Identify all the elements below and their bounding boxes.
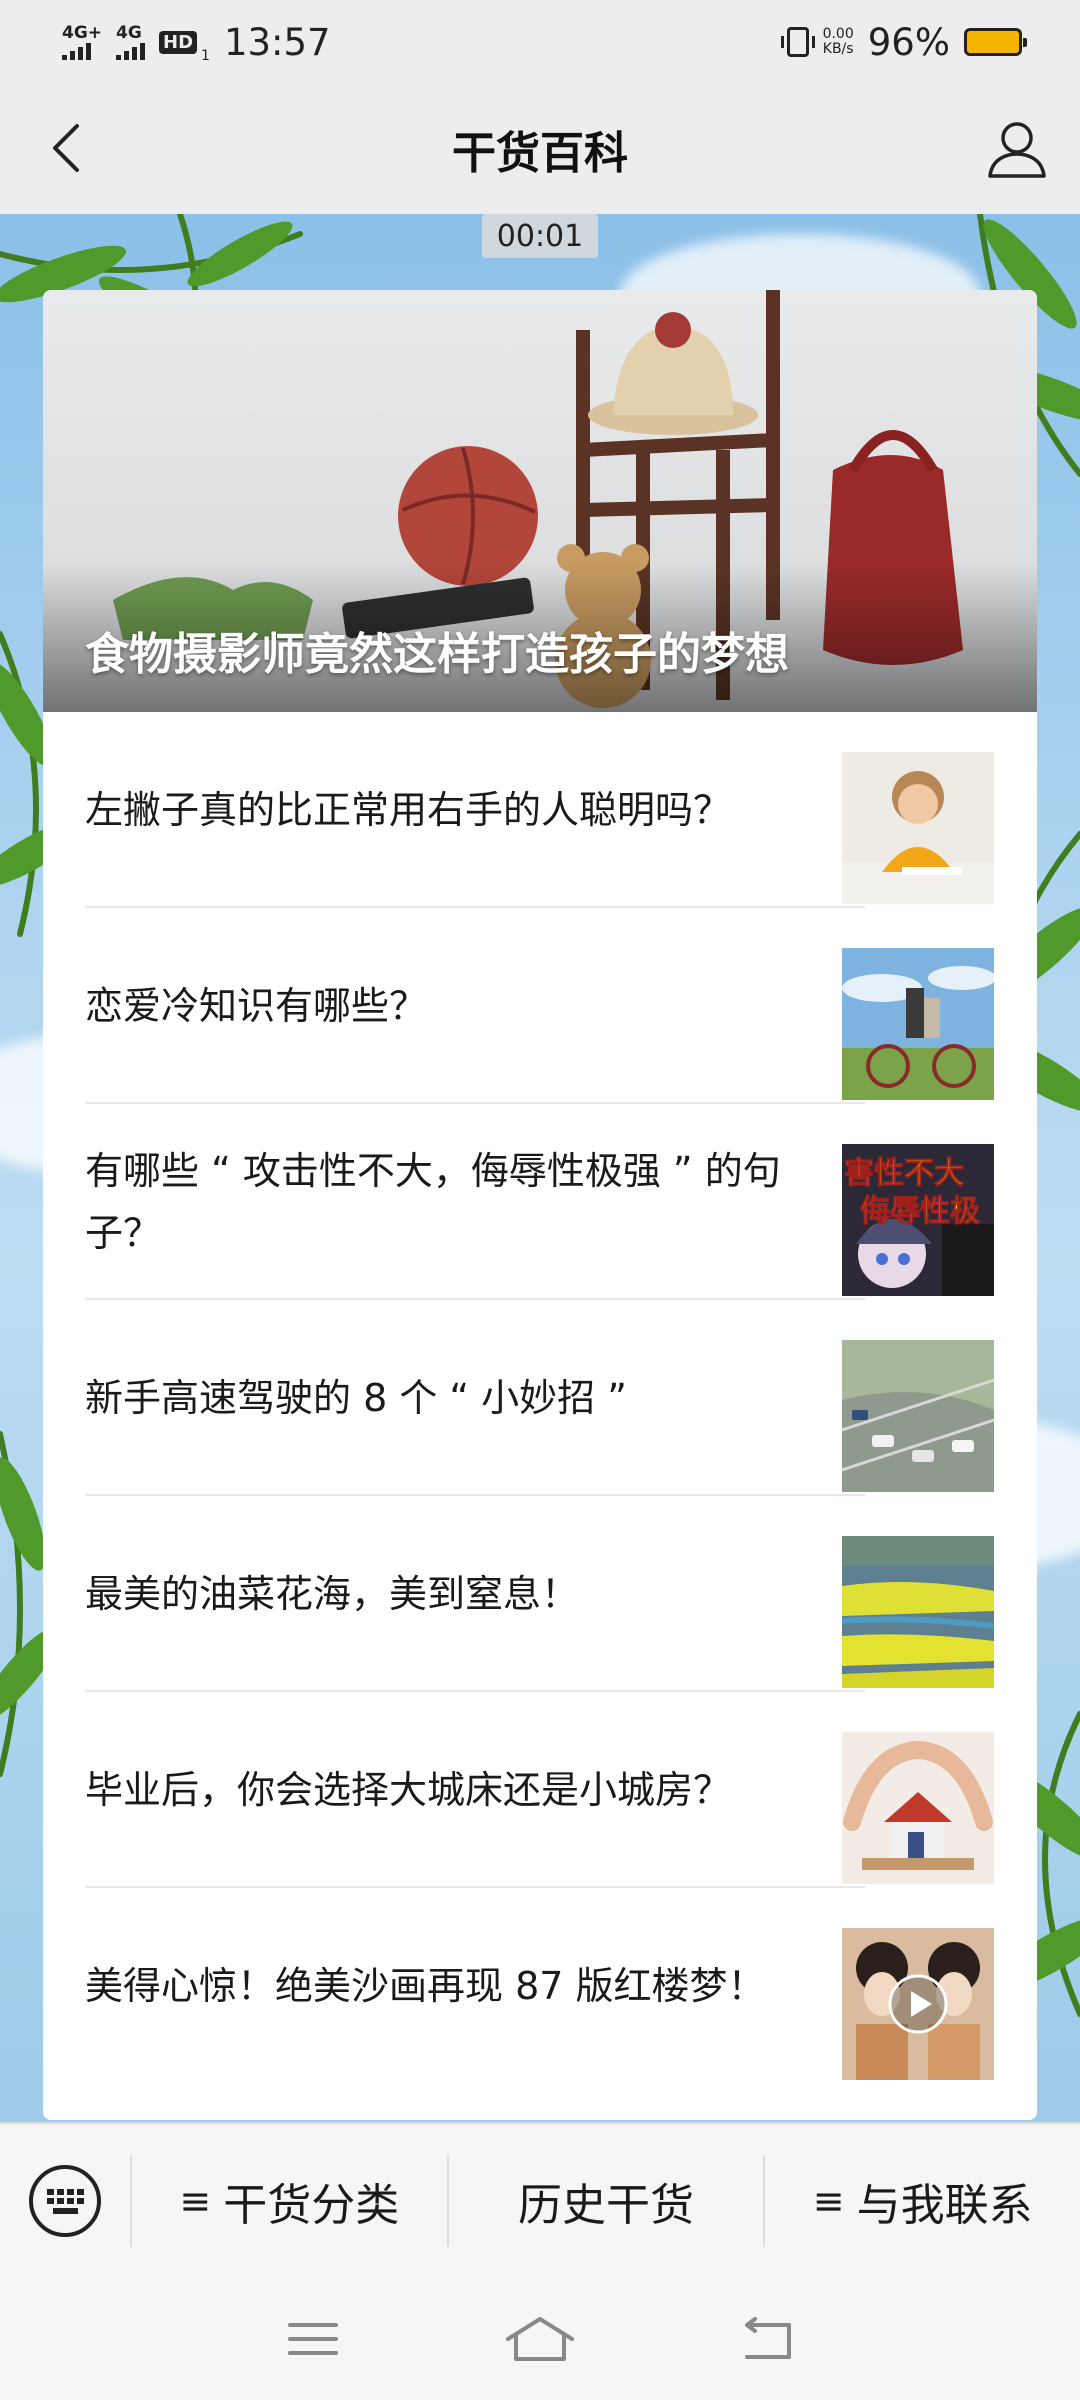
keyboard-icon [29,2165,101,2237]
system-navigation-bar [0,2278,1080,2400]
menu-item-history[interactable]: 历史干货 [446,2155,764,2247]
article-title: 左撇子真的比正常用右手的人聪明吗？ [85,788,732,832]
list-item[interactable]: 美得心惊！绝美沙画再现 87 版红楼梦！ [43,1888,1037,2084]
article-title: 最美的油菜花海，美到窒息！ [85,1572,580,1616]
status-right: 0.00 KB/s 96% [780,20,1027,64]
battery-icon [964,28,1027,56]
article-title: 毕业后，你会选择大城床还是小城房？ [85,1768,732,1812]
net-label-2: 4G [116,22,142,43]
menu-item-label: 干货分类 [223,2180,400,2231]
article-title: 新手高速驾驶的 8 个 “ 小妙招 ” [85,1376,627,1420]
menu-list-icon: ≡ [812,2179,845,2223]
rapeseed-field-image [842,1536,994,1688]
speed-unit: KB/s [822,41,854,57]
article-list: 左撇子真的比正常用右手的人聪明吗？ 恋爱冷知识有哪些？ 有哪些 “ 攻击性不大，… [43,712,1037,2084]
recent-apps-button[interactable] [273,2309,353,2369]
signal-bars-icon [116,42,146,60]
hero-title: 食物摄影师竟然这样打造孩子的梦想 [85,629,789,680]
article-title: 有哪些 “ 攻击性不大，侮辱性极强 ” 的句子？ [85,1149,781,1255]
hd-voice-icon: HD [159,30,198,54]
article-title: 恋爱冷知识有哪些？ [85,984,428,1028]
return-icon [744,2317,791,2359]
menu-icon [288,2323,339,2355]
menu-item-label: 与我联系 [856,2180,1033,2231]
featured-article[interactable]: 食物摄影师竟然这样打造孩子的梦想 [43,290,1037,712]
status-left: 4G+ 4G HD 1 13:57 [62,21,331,64]
list-item[interactable]: 毕业后，你会选择大城床还是小城房？ [43,1692,1037,1888]
clock: 13:57 [223,20,331,64]
home-button[interactable] [500,2309,580,2369]
list-item[interactable]: 最美的油菜花海，美到窒息！ [43,1496,1037,1692]
keyboard-toggle-button[interactable] [0,2123,130,2279]
app-header: 干货百科 [0,84,1080,214]
child-writing-image [842,752,994,904]
battery-percent: 96% [867,20,950,64]
house-hands-image [842,1732,994,1884]
signal-4g: 4G [116,22,146,60]
network-speed: 0.00 KB/s [823,27,854,57]
menu-item-contact[interactable]: ≡ 与我联系 [763,2155,1080,2247]
status-bar: 4G+ 4G HD 1 13:57 0.00 KB/s 96% [0,0,1080,84]
list-item[interactable]: 有哪些 “ 攻击性不大，侮辱性极强 ” 的句子？ 害性不大 侮辱性极 [43,1104,1037,1300]
play-icon[interactable] [886,1972,950,2036]
article-thumbnail [842,1732,994,1884]
article-thumbnail [842,752,994,904]
back-button[interactable] [34,116,98,180]
speed-value: 0.00 [822,26,854,42]
article-title: 美得心惊！绝美沙画再现 87 版红楼梦！ [85,1964,766,2008]
list-item[interactable]: 新手高速驾驶的 8 个 “ 小妙招 ” [43,1300,1037,1496]
back-nav-button[interactable] [727,2309,807,2369]
bottom-menu: ≡ 干货分类 历史干货 ≡ 与我联系 [0,2122,1080,2278]
article-thumbnail [842,1340,994,1492]
user-icon [988,122,1046,178]
net-label-1: 4G+ [62,22,103,43]
article-thumbnail: 害性不大 侮辱性极 [842,1144,994,1296]
video-timer: 00:01 [482,214,598,258]
vibrate-icon [780,27,815,57]
home-icon [505,2317,574,2361]
chevron-left-icon [53,124,79,172]
menu-item-categories[interactable]: ≡ 干货分类 [130,2155,447,2247]
couple-bicycle-image [842,948,994,1100]
menu-item-label: 历史干货 [518,2180,694,2231]
article-card: 食物摄影师竟然这样打造孩子的梦想 左撇子真的比正常用右手的人聪明吗？ 恋爱冷知识… [43,290,1037,2120]
article-thumbnail [842,1536,994,1688]
hd-sub: 1 [201,47,210,64]
thumb-caption-2: 侮辱性极 [860,1194,981,1230]
list-item[interactable]: 左撇子真的比正常用右手的人聪明吗？ [43,712,1037,908]
signal-bars-icon [62,42,91,60]
page-title: 干货百科 [452,128,628,179]
highway-image [842,1340,994,1492]
signal-4g-plus: 4G+ [62,22,103,60]
menu-list-icon: ≡ [179,2179,212,2223]
list-item[interactable]: 恋爱冷知识有哪些？ [43,908,1037,1104]
article-thumbnail [842,948,994,1100]
profile-button[interactable] [982,114,1052,184]
article-thumbnail [842,1928,994,2080]
